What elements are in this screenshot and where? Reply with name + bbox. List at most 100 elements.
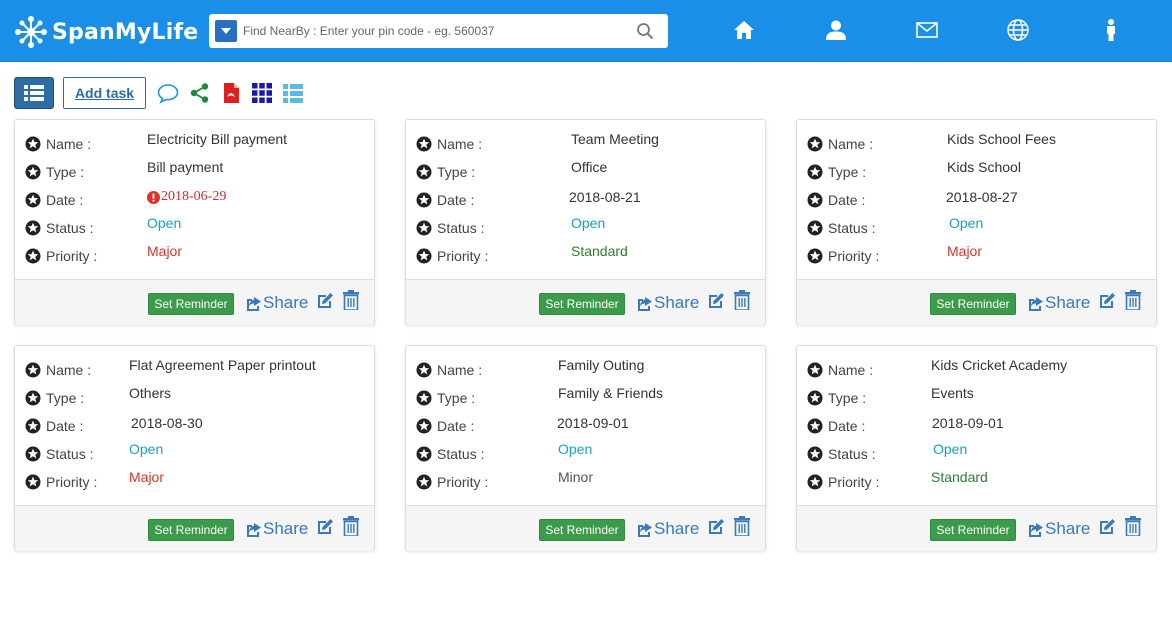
edit-icon[interactable]	[316, 292, 334, 310]
share-button[interactable]: Share	[635, 517, 699, 541]
share-button[interactable]: Share	[1026, 291, 1090, 315]
set-reminder-button[interactable]: Set Reminder	[930, 293, 1016, 315]
task-type: Events	[931, 385, 974, 401]
task-row-type: Type : Family & Friends	[416, 385, 756, 408]
share-alt-icon[interactable]	[188, 81, 212, 105]
star-icon	[807, 362, 823, 378]
type-label: Type :	[437, 164, 476, 180]
set-reminder-button[interactable]: Set Reminder	[148, 519, 234, 541]
task-card-2: Name : Team Meeting Type : Office Date :…	[405, 119, 766, 325]
comment-icon[interactable]	[156, 81, 180, 105]
edit-icon[interactable]	[1098, 292, 1116, 310]
task-row-status: Status : Open	[807, 441, 1147, 464]
user-icon[interactable]	[823, 17, 849, 43]
toolbar: Add task	[14, 77, 305, 109]
set-reminder-button[interactable]: Set Reminder	[148, 293, 234, 315]
task-type: Bill payment	[147, 159, 224, 175]
task-date: 2018-09-01	[932, 415, 1004, 431]
task-date: 2018-08-27	[946, 189, 1018, 205]
task-card-body: Name : Kids School Fees Type : Kids Scho…	[797, 120, 1156, 279]
task-date: 2018-08-30	[131, 415, 203, 431]
share-button[interactable]: Share	[244, 517, 308, 541]
search-dropdown-button[interactable]	[215, 20, 237, 42]
task-type: Office	[571, 159, 608, 175]
trash-icon[interactable]	[1125, 290, 1141, 310]
task-row-priority: Priority : Standard	[807, 469, 1147, 492]
star-icon	[807, 474, 823, 490]
task-row-priority: Priority : Major	[807, 243, 1147, 266]
task-name: Electricity Bill payment	[147, 131, 288, 147]
date-label: Date :	[828, 418, 866, 434]
trash-icon[interactable]	[734, 516, 750, 536]
trash-icon[interactable]	[734, 290, 750, 310]
star-icon	[416, 220, 432, 236]
task-row-status: Status : Open	[25, 215, 365, 238]
edit-icon[interactable]	[707, 292, 725, 310]
task-row-type: Type : Events	[807, 385, 1147, 408]
set-reminder-button[interactable]: Set Reminder	[539, 293, 625, 315]
edit-icon[interactable]	[707, 518, 725, 536]
task-row-priority: Priority : Major	[25, 469, 365, 492]
share-square-icon	[247, 522, 261, 537]
task-card-body: Name : Team Meeting Type : Office Date :…	[406, 120, 765, 279]
task-row-name: Name : Kids Cricket Academy	[807, 357, 1147, 380]
star-icon	[416, 362, 432, 378]
name-label: Name :	[46, 136, 92, 152]
home-icon[interactable]	[731, 17, 757, 43]
caret-down-icon	[221, 28, 231, 34]
task-row-name: Name : Team Meeting	[416, 131, 756, 154]
add-task-button[interactable]: Add task	[63, 77, 146, 109]
task-name: Family Outing	[558, 357, 645, 373]
task-date-text: 2018-06-29	[161, 189, 227, 204]
task-name: Kids School Fees	[947, 131, 1056, 147]
trash-icon[interactable]	[343, 290, 359, 310]
globe-icon[interactable]	[1005, 17, 1031, 43]
priority-label: Priority :	[828, 248, 880, 264]
set-reminder-button[interactable]: Set Reminder	[539, 519, 625, 541]
person-icon[interactable]	[1098, 17, 1124, 43]
envelope-icon[interactable]	[914, 17, 940, 43]
search-icon[interactable]	[636, 22, 654, 40]
exclamation-circle-icon	[147, 190, 160, 204]
task-row-status: Status : Open	[25, 441, 365, 464]
type-label: Type :	[46, 164, 85, 180]
logo-icon	[15, 16, 47, 48]
search-input[interactable]	[243, 16, 636, 46]
task-row-date: Date : 2018-06-29	[25, 189, 365, 210]
star-icon	[416, 192, 432, 208]
task-date: 2018-09-01	[557, 415, 629, 431]
date-label: Date :	[828, 192, 866, 208]
set-reminder-button[interactable]: Set Reminder	[930, 519, 1016, 541]
share-label: Share	[263, 519, 309, 538]
star-icon	[25, 390, 41, 406]
logo[interactable]: SpanMyLife	[12, 13, 198, 51]
star-icon	[807, 418, 823, 434]
task-card-5: Name : Family Outing Type : Family & Fri…	[405, 345, 766, 551]
share-button[interactable]: Share	[1026, 517, 1090, 541]
task-name: Flat Agreement Paper printout	[129, 357, 316, 373]
task-status: Open	[949, 215, 984, 231]
name-label: Name :	[437, 362, 483, 378]
task-row-type: Type : Kids School	[807, 159, 1147, 182]
star-icon	[807, 446, 823, 462]
edit-icon[interactable]	[1098, 518, 1116, 536]
task-row-status: Status : Open	[416, 441, 756, 464]
share-button[interactable]: Share	[244, 291, 308, 315]
pdf-icon[interactable]	[219, 81, 243, 105]
task-card-footer: Set Reminder Share	[15, 279, 374, 325]
list-view-icon[interactable]	[281, 81, 305, 105]
share-button[interactable]: Share	[635, 291, 699, 315]
trash-icon[interactable]	[343, 516, 359, 536]
task-card-footer: Set Reminder Share	[797, 279, 1156, 325]
task-row-name: Name : Flat Agreement Paper printout	[25, 357, 365, 380]
trash-icon[interactable]	[1125, 516, 1141, 536]
star-icon	[25, 164, 41, 180]
task-date-text: 2018-08-27	[946, 189, 1018, 205]
task-priority: Major	[947, 243, 983, 259]
status-label: Status :	[437, 446, 485, 462]
task-type: Kids School	[947, 159, 1021, 175]
edit-icon[interactable]	[316, 518, 334, 536]
task-row-name: Name : Electricity Bill payment	[25, 131, 365, 154]
list-view-button[interactable]	[14, 77, 54, 109]
grid-icon[interactable]	[250, 81, 274, 105]
